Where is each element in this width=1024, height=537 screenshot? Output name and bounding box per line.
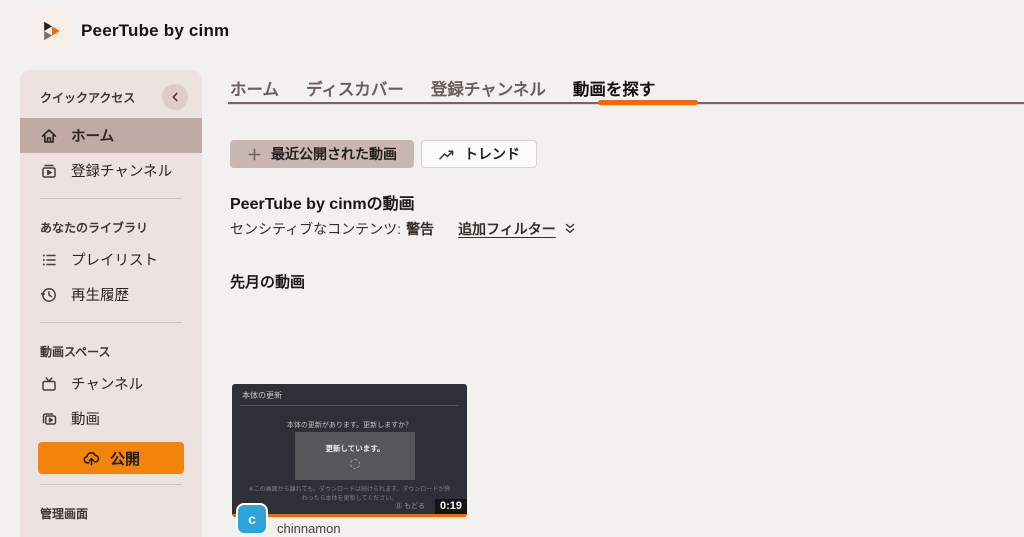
trending-icon	[439, 149, 454, 159]
sidebar-divider	[40, 198, 182, 199]
thumb-back-label: Ⓑ もどる	[395, 503, 425, 510]
sidebar: クイックアクセス ホーム 登録チャンネル あなたのライブラリ プレイリスト 再生…	[20, 70, 202, 537]
sidebar-divider	[40, 484, 182, 485]
sidebar-divider	[40, 322, 182, 323]
sensitive-content-row: センシティブなコンテンツ: 警告 追加フィルター	[230, 219, 577, 239]
thumb-update-box: 更新しています。	[295, 432, 415, 480]
sidebar-item-label: ホーム	[71, 129, 115, 145]
sensitive-content-value: 警告	[406, 221, 435, 237]
thumb-screen-title: 本体の更新	[242, 391, 282, 400]
more-filters-link[interactable]: 追加フィルター	[458, 219, 556, 239]
peertube-logo[interactable]	[30, 12, 68, 50]
history-icon	[40, 287, 56, 302]
upload-cloud-icon	[83, 451, 100, 465]
video-card: 本体の更新 本体の更新があります。更新しますか？ 更新しています。 ※この画面か…	[232, 384, 467, 536]
tab-subscriptions[interactable]: 登録チャンネル	[431, 76, 546, 100]
spinner-icon	[350, 459, 360, 469]
sidebar-item-subscriptions[interactable]: 登録チャンネル	[20, 153, 202, 188]
main-tab-bar: ホーム ディスカバー 登録チャンネル 動画を探す	[230, 76, 655, 100]
sidebar-item-playlists[interactable]: プレイリスト	[20, 242, 202, 277]
peertube-logo-icon	[44, 21, 60, 41]
sidebar-collapse-button[interactable]	[162, 84, 188, 110]
thumb-screen-prompt: 本体の更新があります。更新しますか？	[286, 422, 413, 429]
channel-videos-heading: PeerTube by cinmの動画	[230, 196, 415, 213]
page-title: PeerTube by cinm	[81, 21, 230, 40]
tab-browse-videos[interactable]: 動画を探す	[573, 76, 656, 100]
tab-discover[interactable]: ディスカバー	[306, 76, 404, 100]
last-month-section-title: 先月の動画	[230, 274, 306, 291]
trending-label: トレンド	[464, 146, 520, 162]
quick-access-label: クイックアクセス	[40, 90, 136, 105]
tab-home[interactable]: ホーム	[230, 76, 279, 100]
sidebar-item-history[interactable]: 再生履歴	[20, 277, 202, 312]
trending-filter-button[interactable]: トレンド	[421, 140, 537, 168]
library-section-title: あなたのライブラリ	[40, 221, 149, 235]
subscriptions-icon	[42, 164, 56, 178]
channel-avatar[interactable]: c	[236, 503, 268, 535]
videos-icon	[42, 412, 57, 425]
sensitive-content-label: センシティブなコンテンツ:	[230, 221, 402, 237]
video-duration-badge: 0:19	[434, 499, 467, 514]
home-icon	[41, 128, 57, 143]
active-tab-underline	[598, 100, 698, 105]
sidebar-item-overview[interactable]: 概要	[20, 528, 202, 537]
chevron-double-down-icon[interactable]	[563, 222, 577, 236]
publish-button-label: 公開	[109, 450, 140, 468]
recently-added-filter-button[interactable]: 最近公開された動画	[230, 140, 414, 168]
thumb-screen-divider	[240, 405, 459, 406]
chevron-left-icon	[172, 92, 178, 102]
channel-name[interactable]: chinnamon	[277, 521, 341, 536]
sidebar-item-label: プレイリスト	[71, 253, 158, 269]
top-header: PeerTube by cinm	[0, 0, 1024, 62]
sidebar-item-label: 再生履歴	[71, 288, 129, 304]
admin-section-title: 管理画面	[40, 507, 89, 521]
playlist-icon	[42, 254, 56, 265]
sidebar-item-home[interactable]: ホーム	[20, 118, 202, 153]
video-thumbnail[interactable]: 本体の更新 本体の更新があります。更新しますか？ 更新しています。 ※この画面か…	[232, 384, 467, 517]
recently-added-label: 最近公開された動画	[271, 146, 397, 162]
video-space-section-title: 動画スペース	[40, 345, 111, 359]
plus-icon	[248, 148, 261, 160]
sidebar-item-label: 動画	[71, 412, 100, 428]
thumb-update-status: 更新しています。	[325, 444, 385, 453]
sidebar-item-videos[interactable]: 動画	[20, 401, 202, 436]
publish-button[interactable]: 公開	[38, 442, 184, 474]
sidebar-item-channels[interactable]: チャンネル	[20, 366, 202, 401]
tv-icon	[42, 376, 56, 391]
sidebar-item-label: 登録チャンネル	[71, 164, 173, 180]
sidebar-item-label: チャンネル	[71, 377, 144, 393]
